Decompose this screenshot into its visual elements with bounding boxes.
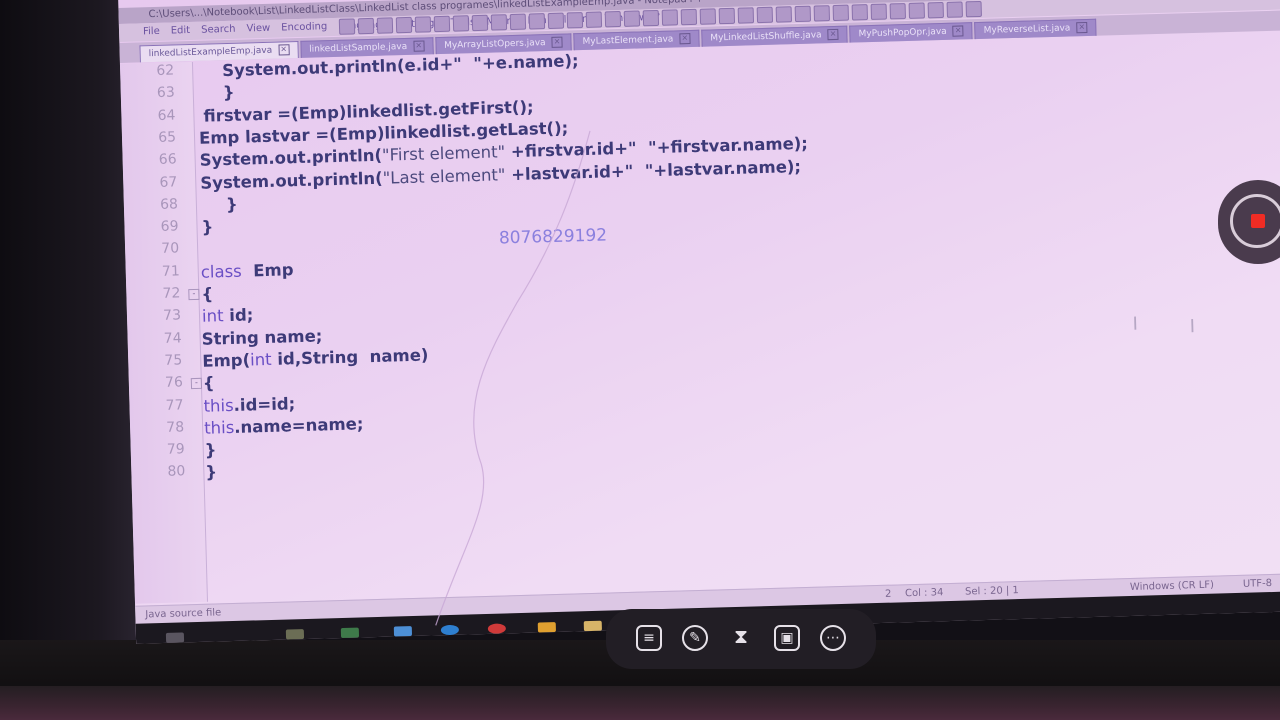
timer-icon[interactable]: ⧗ (728, 625, 754, 651)
photo-stage: C:\Users\...\Notebook\List\LinkedListCla… (0, 0, 1280, 720)
record-stop-icon (1251, 214, 1265, 228)
capture-toolbar: ≡ ✎ ⧗ ▣ ⋯ (606, 609, 876, 669)
more-icon[interactable]: ⋯ (820, 625, 846, 651)
monitor-bezel-left (0, 0, 140, 720)
draw-icon[interactable]: ✎ (682, 625, 708, 651)
desk-edge (0, 686, 1280, 720)
screen-crack (435, 130, 591, 626)
gallery-icon[interactable]: ▣ (774, 625, 800, 651)
monitor-screen: C:\Users\...\Notebook\List\LinkedListCla… (118, 0, 1280, 644)
screenshot-icon[interactable]: ≡ (636, 625, 662, 651)
